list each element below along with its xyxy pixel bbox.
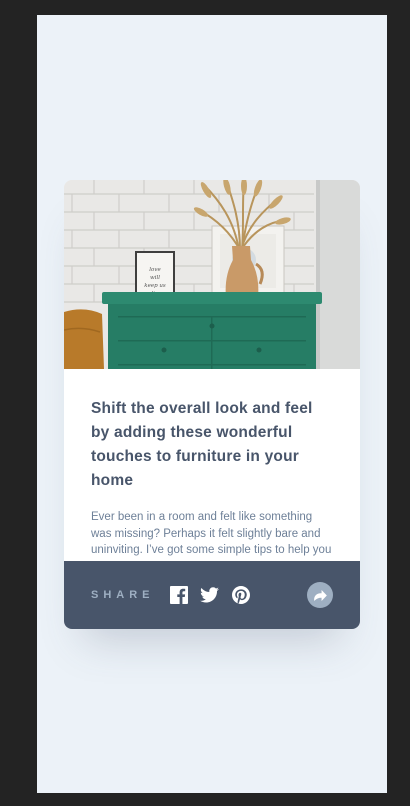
page-viewport: love will keep us alive <box>37 15 387 793</box>
svg-text:keep us: keep us <box>144 283 166 289</box>
article-image: love will keep us alive <box>64 180 360 369</box>
share-button[interactable] <box>307 582 333 608</box>
share-bar: SHARE <box>64 561 360 629</box>
share-label: SHARE <box>91 589 155 601</box>
svg-text:will: will <box>150 275 160 281</box>
facebook-icon[interactable] <box>169 585 189 605</box>
drawers-photo: love will keep us alive <box>64 180 360 369</box>
article-title: Shift the overall look and feel by addin… <box>91 400 313 489</box>
twitter-icon[interactable] <box>200 585 220 605</box>
article-card: love will keep us alive <box>64 180 360 629</box>
article-body: Shift the overall look and feel by addin… <box>64 369 360 575</box>
svg-text:love: love <box>149 267 161 273</box>
pinterest-icon[interactable] <box>231 585 251 605</box>
share-icon <box>313 589 327 601</box>
